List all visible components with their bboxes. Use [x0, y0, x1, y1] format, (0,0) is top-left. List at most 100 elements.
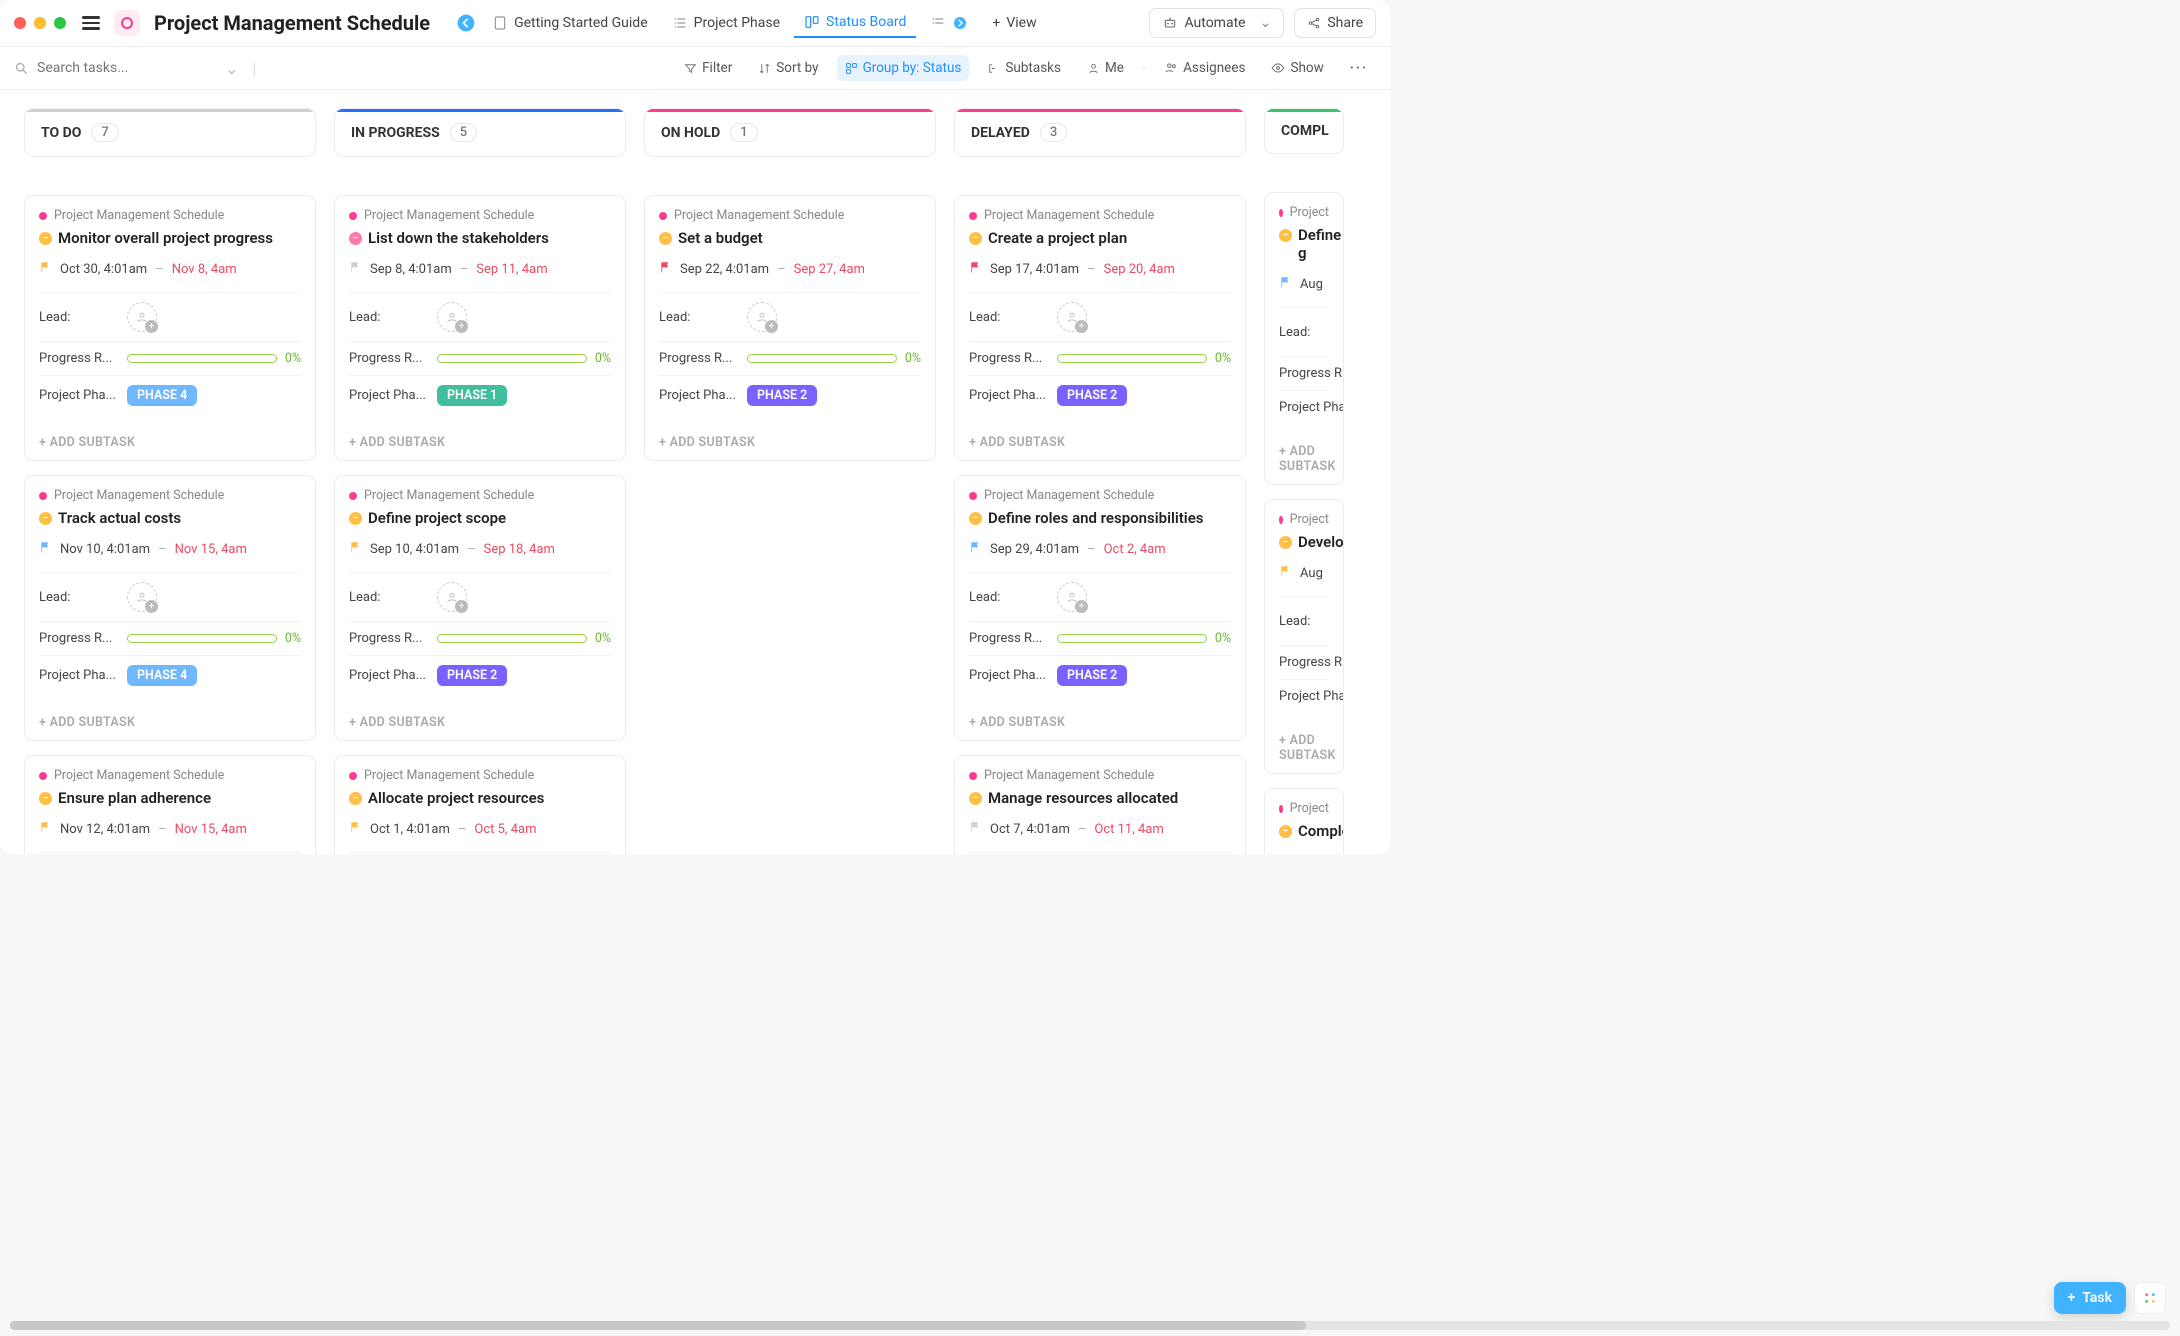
horizontal-scrollbar[interactable] [10, 1321, 2170, 1330]
assignees-button[interactable]: Assignees [1156, 55, 1253, 81]
search-input[interactable] [37, 60, 217, 76]
priority-flag-icon[interactable] [659, 261, 672, 278]
progress-bar[interactable] [437, 634, 587, 643]
add-subtask-button[interactable]: + ADD SUBTASK [645, 425, 935, 460]
chevron-down-icon[interactable]: ⌄ [225, 59, 238, 78]
window-zoom[interactable] [54, 17, 66, 29]
add-subtask-button[interactable]: + ADD SUBTASK [955, 705, 1245, 740]
lead-row: Lead: [349, 292, 611, 341]
add-subtask-button[interactable]: + ADD SUBTASK [335, 705, 625, 740]
me-button[interactable]: Me [1079, 55, 1132, 81]
task-card[interactable]: Project Define g Aug Lead: Progress R... [1264, 192, 1344, 485]
status-icon[interactable] [349, 792, 362, 805]
priority-flag-icon[interactable] [39, 541, 52, 558]
crumb-text: Project Management Schedule [984, 768, 1154, 783]
priority-flag-icon[interactable] [969, 261, 982, 278]
column-header[interactable]: ON HOLD 1 [644, 108, 936, 157]
add-subtask-button[interactable]: + ADD SUBTASK [1265, 723, 1343, 773]
task-card[interactable]: Project Management Schedule Allocate pro… [334, 755, 626, 854]
assign-lead-button[interactable] [1057, 302, 1087, 332]
more-button[interactable]: ··· [1342, 55, 1376, 81]
priority-flag-icon[interactable] [1279, 565, 1292, 582]
task-card[interactable]: Project Develop Aug Lead: Progress R... [1264, 499, 1344, 774]
new-task-button[interactable]: + Task [2054, 1282, 2126, 1314]
task-card[interactable]: Project Management Schedule Ensure plan … [24, 755, 316, 854]
assign-lead-button[interactable] [437, 302, 467, 332]
tab-getting-started[interactable]: Getting Started Guide [482, 9, 658, 37]
column-header[interactable]: DELAYED 3 [954, 108, 1246, 157]
status-icon[interactable] [39, 792, 52, 805]
filter-button[interactable]: Filter [676, 55, 740, 81]
add-subtask-button[interactable]: + ADD SUBTASK [955, 425, 1245, 460]
progress-bar[interactable] [747, 354, 897, 363]
status-icon[interactable] [349, 232, 362, 245]
progress-bar[interactable] [127, 634, 277, 643]
priority-flag-icon[interactable] [39, 821, 52, 838]
subtasks-button[interactable]: Subtasks [979, 55, 1069, 81]
assign-lead-button[interactable] [127, 302, 157, 332]
status-icon[interactable] [659, 232, 672, 245]
add-subtask-button[interactable]: + ADD SUBTASK [335, 425, 625, 460]
add-subtask-button[interactable]: + ADD SUBTASK [1265, 434, 1343, 484]
column-header[interactable]: IN PROGRESS 5 [334, 108, 626, 157]
add-subtask-button[interactable]: + ADD SUBTASK [25, 705, 315, 740]
assign-lead-button[interactable] [747, 302, 777, 332]
column-header[interactable]: TO DO 7 [24, 108, 316, 157]
progress-bar[interactable] [127, 354, 277, 363]
task-card[interactable]: Project Management Schedule Manage resou… [954, 755, 1246, 854]
task-card[interactable]: Project Management Schedule Define proje… [334, 475, 626, 741]
task-card[interactable]: Project Management Schedule Track actual… [24, 475, 316, 741]
add-view-button[interactable]: + View [982, 9, 1046, 37]
task-card[interactable]: Project Management Schedule Monitor over… [24, 195, 316, 461]
tab-extra[interactable] [920, 9, 978, 37]
task-card[interactable]: Project Management Schedule Set a budget… [644, 195, 936, 461]
status-icon[interactable] [1279, 536, 1292, 549]
status-icon[interactable] [969, 512, 982, 525]
tab-status-board[interactable]: Status Board [794, 8, 916, 38]
assign-lead-button[interactable] [437, 582, 467, 612]
priority-flag-icon[interactable] [349, 821, 362, 838]
priority-flag-icon[interactable] [349, 541, 362, 558]
kanban-board[interactable]: TO DO 7 Project Management Schedule Moni… [0, 90, 1390, 854]
sort-button[interactable]: Sort by [750, 55, 826, 81]
apps-button[interactable] [2134, 1282, 2166, 1314]
card-title-row: Monitor overall project progress [39, 229, 301, 247]
sort-icon [758, 62, 771, 75]
window-minimize[interactable] [34, 17, 46, 29]
back-icon[interactable] [454, 11, 478, 35]
status-icon[interactable] [1279, 825, 1292, 838]
priority-flag-icon[interactable] [349, 261, 362, 278]
task-card[interactable]: Project Management Schedule Create a pro… [954, 195, 1246, 461]
priority-flag-icon[interactable] [969, 821, 982, 838]
priority-flag-icon[interactable] [1279, 276, 1292, 293]
status-icon[interactable] [349, 512, 362, 525]
priority-flag-icon[interactable] [39, 261, 52, 278]
progress-bar[interactable] [437, 354, 587, 363]
assign-lead-button[interactable] [127, 582, 157, 612]
progress-bar[interactable] [1057, 634, 1207, 643]
status-icon[interactable] [1279, 229, 1292, 242]
add-subtask-button[interactable]: + ADD SUBTASK [25, 425, 315, 460]
view-tabs: Getting Started Guide Project Phase Stat… [454, 8, 1139, 38]
automate-button[interactable]: Automate ⌄ [1149, 8, 1284, 38]
window-close[interactable] [14, 17, 26, 29]
progress-bar[interactable] [1057, 354, 1207, 363]
task-card[interactable]: Project Management Schedule Define roles… [954, 475, 1246, 741]
task-card[interactable]: Project Management Schedule List down th… [334, 195, 626, 461]
status-icon[interactable] [39, 232, 52, 245]
status-icon[interactable] [39, 512, 52, 525]
crumb-text: Project Management Schedule [984, 488, 1154, 503]
show-button[interactable]: Show [1263, 55, 1331, 81]
group-by-button[interactable]: Group by: Status [837, 55, 970, 81]
column-header[interactable]: COMPL [1264, 108, 1344, 154]
date-dash: – [460, 262, 469, 277]
menu-icon[interactable] [82, 16, 100, 30]
status-icon[interactable] [969, 792, 982, 805]
status-icon[interactable] [969, 232, 982, 245]
assign-lead-button[interactable] [1057, 582, 1087, 612]
tab-project-phase[interactable]: Project Phase [662, 9, 790, 37]
task-card[interactable]: Project Comple Lead: Progress R... [1264, 788, 1344, 854]
share-button[interactable]: Share [1294, 8, 1376, 38]
priority-flag-icon[interactable] [969, 541, 982, 558]
list-dot-icon [39, 772, 47, 780]
